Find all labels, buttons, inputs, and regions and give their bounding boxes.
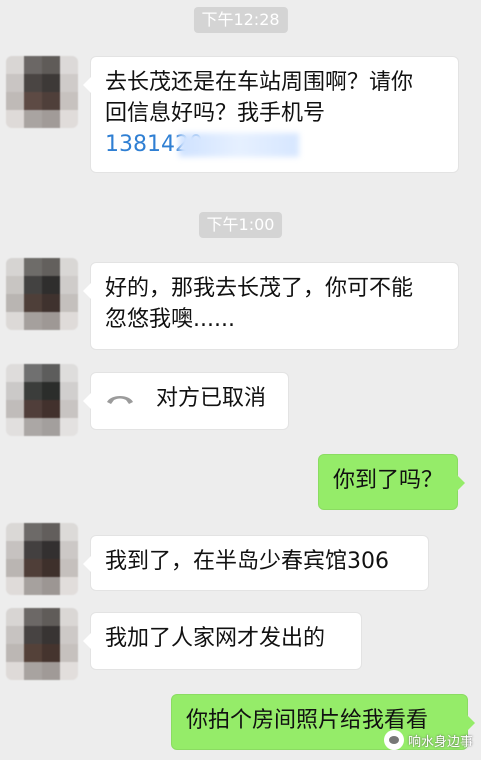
message-text: 回信息好吗？我手机号 [105, 101, 326, 126]
contact-avatar[interactable] [6, 523, 78, 595]
message-bubble-sent[interactable]: 你到了吗？ [318, 454, 465, 510]
message-bubble-received[interactable]: 我到了，在半岛少春宾馆306 [83, 535, 429, 591]
timestamp: 下午1:00 [198, 212, 283, 238]
message-bubble-received[interactable]: 去长茂还是在车站周围啊？请你 回信息好吗？我手机号 1381420 [83, 56, 459, 173]
message-text: 你到了吗？ [333, 468, 444, 493]
hangup-phone-icon [105, 384, 135, 415]
contact-avatar[interactable] [6, 608, 78, 680]
contact-avatar[interactable] [6, 56, 78, 128]
watermark: 响水身边事 [383, 730, 473, 750]
message-text: 忽悠我噢...... [105, 307, 235, 332]
message-text: 我加了人家网才发出的 [105, 626, 326, 651]
wechat-logo-icon [383, 730, 404, 750]
message-bubble-received[interactable]: 好的，那我去长茂了，你可不能 忽悠我噢...... [83, 262, 459, 350]
message-text: 好的，那我去长茂了，你可不能 [105, 276, 414, 301]
message-bubble-call-cancelled[interactable]: 对方已取消 [83, 372, 289, 430]
timestamp: 下午12:28 [193, 7, 288, 33]
message-text: 我到了，在半岛少春宾馆306 [105, 549, 389, 574]
contact-avatar[interactable] [6, 258, 78, 330]
message-text: 对方已取消 [156, 386, 267, 411]
contact-avatar[interactable] [6, 364, 78, 436]
watermark-text: 响水身边事 [407, 734, 473, 750]
message-text: 去长茂还是在车站周围啊？请你 [105, 70, 414, 95]
redaction-blur [178, 133, 299, 157]
message-bubble-received[interactable]: 我加了人家网才发出的 [83, 612, 362, 670]
